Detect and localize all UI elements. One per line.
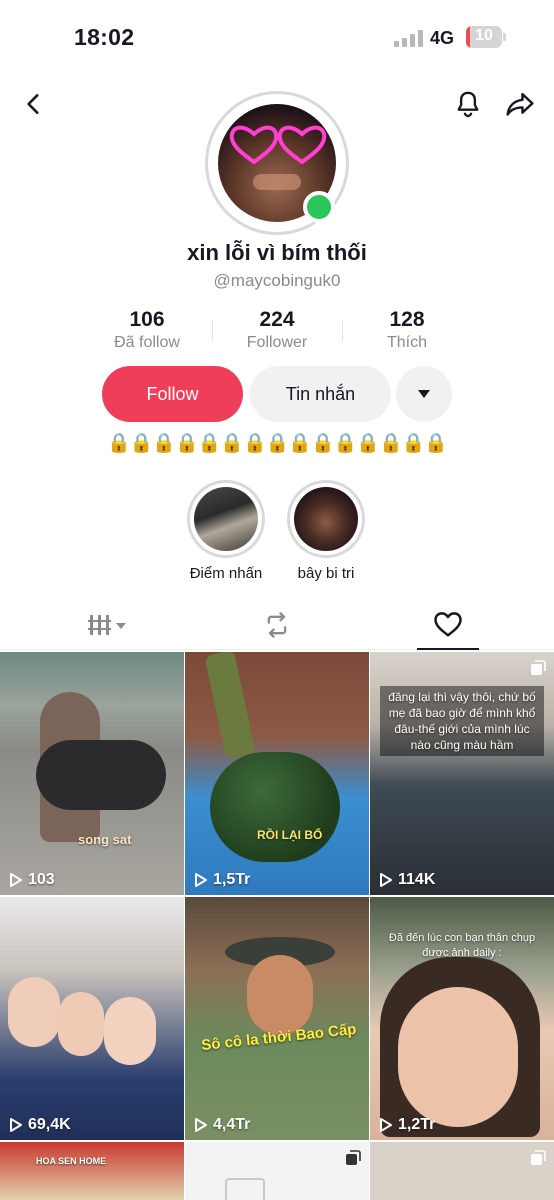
highlight-ring bbox=[287, 480, 365, 558]
bell-icon bbox=[457, 91, 479, 117]
play-icon bbox=[380, 1118, 392, 1132]
view-count-value: 4,4Tr bbox=[213, 1116, 251, 1133]
view-count-value: 1,5Tr bbox=[213, 871, 251, 888]
video-caption: RỒI LẠI BỔ bbox=[257, 828, 323, 842]
video-caption: HOA SEN HOME bbox=[36, 1156, 107, 1166]
tab-videos[interactable] bbox=[78, 600, 140, 650]
heart-icon bbox=[434, 612, 462, 637]
status-bar: 18:02 4G 10 bbox=[0, 0, 554, 76]
back-button[interactable] bbox=[14, 84, 54, 124]
video-thumbnail[interactable]: đăng lại thì vậy thôi, chứ bố mẹ đã bao … bbox=[370, 652, 554, 895]
message-button[interactable]: Tin nhắn bbox=[250, 366, 391, 422]
video-thumbnail[interactable] bbox=[370, 1142, 554, 1200]
view-count: 1,5Tr bbox=[193, 871, 250, 889]
grid-icon bbox=[88, 615, 126, 635]
highlight-label: bây bi tri bbox=[297, 565, 355, 582]
view-count: 4,4Tr bbox=[193, 1116, 250, 1134]
network-label: 4G bbox=[430, 28, 455, 48]
play-icon bbox=[10, 873, 22, 887]
heart-glasses-icon bbox=[229, 125, 327, 165]
video-caption: đăng lại thì vậy thôi, chứ bố mẹ đã bao … bbox=[380, 686, 544, 756]
stat-value: 128 bbox=[389, 308, 425, 331]
story-highlights: Điểm nhấn bây bi tri bbox=[186, 480, 376, 586]
battery-percent: 10 bbox=[475, 27, 493, 44]
highlight-item[interactable]: Điểm nhấn bbox=[186, 480, 266, 582]
stat-likes: 128 Thích bbox=[342, 308, 472, 354]
video-thumbnail[interactable]: RỒI LẠI BỔ 1,5Tr bbox=[185, 652, 369, 895]
multi-photo-icon bbox=[531, 1150, 546, 1165]
video-caption: song sat bbox=[78, 832, 132, 847]
video-thumbnail[interactable]: Sô cô la thời Bao Cấp 4,4Tr bbox=[185, 897, 369, 1140]
tab-liked[interactable] bbox=[417, 600, 479, 650]
chevron-left-icon bbox=[27, 94, 39, 114]
play-icon bbox=[380, 873, 392, 887]
stat-followers[interactable]: 224 Follower bbox=[212, 308, 342, 354]
stat-label: Follower bbox=[246, 334, 308, 351]
notification-button[interactable] bbox=[448, 84, 488, 124]
play-icon bbox=[195, 873, 207, 887]
view-count: 114K bbox=[378, 871, 435, 889]
stat-value: 224 bbox=[259, 308, 295, 331]
view-count-value: 103 bbox=[28, 871, 55, 888]
highlight-item[interactable]: bây bi tri bbox=[286, 480, 366, 582]
view-count: 103 bbox=[8, 871, 55, 889]
profile-avatar-ring[interactable] bbox=[205, 91, 349, 235]
stat-label: Thích bbox=[386, 334, 427, 351]
stat-value: 106 bbox=[129, 308, 165, 331]
stat-label: Đã follow bbox=[114, 334, 180, 351]
status-time: 18:02 bbox=[74, 24, 135, 50]
multi-photo-icon bbox=[531, 660, 546, 675]
profile-stats: 106 Đã follow 224 Follower 128 Thích bbox=[82, 308, 472, 354]
suggested-accounts-button[interactable] bbox=[396, 366, 452, 422]
profile-bio: 🔒🔒🔒🔒🔒🔒🔒🔒🔒🔒🔒🔒🔒🔒🔒 bbox=[107, 432, 448, 454]
video-caption: Đã đến lúc con bạn thân chụp được ảnh da… bbox=[388, 932, 536, 959]
multi-photo-icon bbox=[346, 1150, 361, 1165]
online-status-dot bbox=[303, 191, 335, 223]
video-thumbnail[interactable]: Đã đến lúc con bạn thân chụp được ảnh da… bbox=[370, 897, 554, 1140]
video-thumbnail[interactable]: HOA SEN HOME bbox=[0, 1142, 184, 1200]
caret-down-icon bbox=[418, 390, 430, 398]
battery-tip bbox=[503, 33, 506, 41]
view-count-value: 1,2Tr bbox=[398, 1116, 436, 1133]
profile-actions: Follow Tin nhắn bbox=[102, 366, 454, 422]
highlight-thumbnail bbox=[194, 487, 258, 551]
highlight-ring bbox=[187, 480, 265, 558]
profile-tabs bbox=[0, 600, 554, 650]
view-count: 69,4K bbox=[8, 1116, 71, 1134]
stat-following[interactable]: 106 Đã follow bbox=[82, 308, 212, 354]
highlight-label: Điểm nhấn bbox=[189, 565, 263, 582]
display-name: xin lỗi vì bím thối bbox=[187, 240, 367, 265]
video-thumbnail[interactable]: song sat 103 bbox=[0, 652, 184, 895]
share-button[interactable] bbox=[500, 84, 540, 124]
view-count-value: 114K bbox=[398, 871, 436, 888]
view-count-value: 69,4K bbox=[28, 1116, 71, 1133]
follow-button[interactable]: Follow bbox=[102, 366, 243, 422]
username: @maycobinguk0 bbox=[213, 271, 341, 290]
highlight-thumbnail bbox=[294, 487, 358, 551]
signal-icon bbox=[394, 30, 424, 47]
play-icon bbox=[10, 1118, 22, 1132]
video-thumbnail[interactable]: 69,4K bbox=[0, 897, 184, 1140]
battery-icon: 10 bbox=[466, 26, 502, 48]
tab-reposts[interactable] bbox=[246, 600, 308, 650]
video-thumbnail[interactable] bbox=[185, 1142, 369, 1200]
repost-icon bbox=[267, 612, 287, 638]
view-count: 1,2Tr bbox=[378, 1116, 435, 1134]
play-icon bbox=[195, 1118, 207, 1132]
share-arrow-icon bbox=[506, 92, 534, 116]
